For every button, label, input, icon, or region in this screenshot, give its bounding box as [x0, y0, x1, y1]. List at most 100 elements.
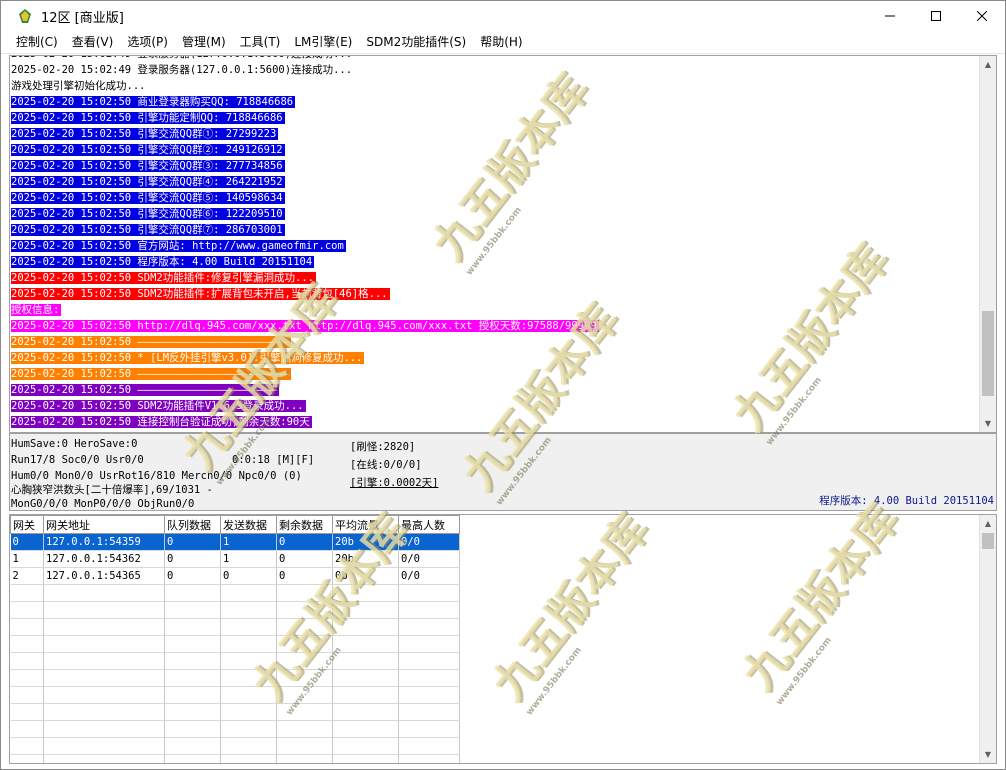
cell-max-users: 0/0 — [398, 567, 460, 585]
log-line: 2025-02-20 15:02:49 登录服务器(127.0.0.1:5600… — [11, 62, 599, 78]
cell-queue: 0 — [164, 567, 221, 585]
col-address[interactable]: 网关地址 — [43, 515, 165, 534]
table-cell-empty — [43, 703, 165, 721]
cell-remaining: 0 — [276, 567, 333, 585]
menu-lm-engine[interactable]: LM引擎(E) — [287, 31, 359, 53]
log-line-text: 2025-02-20 15:02:50 ————————————————————… — [11, 384, 279, 396]
table-scroll-down-icon[interactable]: ▼ — [980, 746, 996, 763]
log-area[interactable]: 2025-02-20 15:02:49 登录服务器(127.0.0.1:5600… — [9, 55, 997, 433]
table-scrollbar[interactable]: ▲ ▼ — [979, 515, 996, 763]
log-line: 2025-02-20 15:02:50 引擎交流QQ群⑦: 286703001 — [11, 222, 599, 238]
table-cell-empty — [220, 703, 277, 721]
cell-queue: 0 — [164, 550, 221, 568]
log-line: 2025-02-20 15:02:50 引擎交流QQ群⑤: 140598634 — [11, 190, 599, 206]
log-line-text: 2025-02-20 15:02:50 引擎交流QQ群③: 277734856 — [11, 160, 285, 172]
table-cell-empty — [164, 635, 221, 653]
table-row[interactable]: 1 127.0.0.1:54362 0 1 0 20b 0/0 — [10, 550, 460, 568]
menu-view[interactable]: 查看(V) — [65, 31, 121, 53]
table-row-empty — [10, 737, 460, 755]
table-cell-empty — [220, 669, 277, 687]
col-remaining[interactable]: 剩余数据 — [276, 515, 333, 534]
table-row[interactable]: 0 127.0.0.1:54359 0 1 0 20b 0/0 — [10, 533, 460, 551]
cell-gateway: 0 — [10, 533, 44, 551]
menu-control[interactable]: 控制(C) — [9, 31, 65, 53]
log-line: 2025-02-20 15:02:49 登录服务器(127.0.0.1:5600… — [11, 56, 599, 62]
table-cell-empty — [332, 737, 399, 755]
maximize-button[interactable] — [913, 1, 959, 31]
table-header-row: 网关 网关地址 队列数据 发送数据 剩余数据 平均流量 最高人数 — [10, 515, 460, 534]
cell-max-users: 0/0 — [398, 533, 460, 551]
close-icon — [977, 11, 987, 21]
log-line-text: 2025-02-20 15:02:50 SDM2功能插件:修复引擎漏洞成功... — [11, 272, 317, 284]
menu-tools[interactable]: 工具(T) — [233, 31, 288, 53]
menu-manage[interactable]: 管理(M) — [175, 31, 233, 53]
window-title: 12区 [商业版] — [41, 10, 124, 26]
table-cell-empty — [220, 652, 277, 670]
table-cell-empty — [164, 618, 221, 636]
table-cell-empty — [398, 601, 460, 619]
table-cell-empty — [43, 686, 165, 704]
status-online: [在线:0/0/0] — [350, 459, 422, 471]
col-queue[interactable]: 队列数据 — [164, 515, 221, 534]
log-line-text: 2025-02-20 15:02:50 引擎功能定制QQ: 718846686 — [11, 112, 285, 124]
title-bar[interactable]: 12区 [商业版] — [1, 1, 1005, 31]
col-avg-traffic[interactable]: 平均流量 — [332, 515, 399, 534]
table-cell-empty — [276, 686, 333, 704]
table-cell-empty — [332, 669, 399, 687]
scroll-up-icon[interactable]: ▲ — [980, 56, 996, 73]
table-scroll-up-icon[interactable]: ▲ — [980, 515, 996, 532]
scroll-down-icon[interactable]: ▼ — [980, 415, 996, 432]
log-line: 2025-02-20 15:02:50 引擎功能定制QQ: 718846686 — [11, 110, 599, 126]
maximize-icon — [931, 11, 941, 21]
minimize-button[interactable] — [867, 1, 913, 31]
cell-avg-traffic: 20b — [332, 550, 399, 568]
app-icon — [19, 9, 31, 23]
log-line-text: 授权信息: — [11, 304, 62, 316]
table-row[interactable]: 2 127.0.0.1:54365 0 0 0 0b 0/0 — [10, 567, 460, 585]
cell-remaining: 0 — [276, 550, 333, 568]
menu-help[interactable]: 帮助(H) — [473, 31, 529, 53]
col-max-users[interactable]: 最高人数 — [398, 515, 460, 534]
table-cell-empty — [276, 601, 333, 619]
table-cell-empty — [332, 686, 399, 704]
table-cell-empty — [10, 720, 44, 738]
log-lines: 2025-02-20 15:02:49 登录服务器(127.0.0.1:5600… — [11, 56, 599, 432]
log-line: 2025-02-20 15:02:50 程序版本: 4.00 Build 201… — [11, 254, 599, 270]
menu-sdm2-plugin[interactable]: SDM2功能插件(S) — [359, 31, 473, 53]
table-cell-empty — [43, 618, 165, 636]
log-scroll-thumb[interactable] — [982, 311, 994, 396]
log-line: 2025-02-20 15:02:50 SDM2功能插件:扩展背包未开启,当前背… — [11, 286, 599, 302]
table-cell-empty — [332, 584, 399, 602]
status-refresh: [刷怪:2820] — [350, 441, 416, 453]
table-cell-empty — [10, 635, 44, 653]
table-cell-empty — [332, 618, 399, 636]
table-row-empty — [10, 618, 460, 636]
status-save: HumSave:0 HeroSave:0 — [11, 438, 138, 450]
table-cell-empty — [220, 754, 277, 763]
menu-options[interactable]: 选项(P) — [120, 31, 175, 53]
log-line: 2025-02-20 15:02:50 引擎交流QQ群④: 264221952 — [11, 174, 599, 190]
table-cell-empty — [332, 720, 399, 738]
table-cell-empty — [10, 754, 44, 763]
table-cell-empty — [398, 669, 460, 687]
close-button[interactable] — [959, 1, 1005, 31]
gateway-table-panel: 网关 网关地址 队列数据 发送数据 剩余数据 平均流量 最高人数 0 127.0.… — [9, 514, 997, 764]
status-version: 程序版本: 4.00 Build 20151104 — [819, 495, 994, 507]
cell-remaining: 0 — [276, 533, 333, 551]
status-timer: 0:0:18 [M][F] — [232, 454, 315, 466]
log-line: 2025-02-20 15:02:50 官方网站: http://www.gam… — [11, 238, 599, 254]
cell-gateway: 1 — [10, 550, 44, 568]
table-row-empty — [10, 652, 460, 670]
table-scroll-thumb[interactable] — [982, 533, 994, 549]
log-line: 2025-02-20 15:02:50 SDM2功能插件:修复引擎漏洞成功... — [11, 270, 599, 286]
log-line-text: 2025-02-20 15:02:49 登录服务器(127.0.0.1:5600… — [11, 64, 355, 76]
table-cell-empty — [164, 652, 221, 670]
status-map: 心胸狭窄洪数头[二十倍爆率],69/1031 - — [11, 484, 213, 496]
col-sent[interactable]: 发送数据 — [220, 515, 277, 534]
table-cell-empty — [276, 703, 333, 721]
log-scrollbar[interactable]: ▲ ▼ — [979, 56, 996, 432]
col-gateway[interactable]: 网关 — [10, 515, 44, 534]
log-line-text: 2025-02-20 15:02:50 引擎交流QQ群⑦: 286703001 — [11, 224, 285, 236]
table-cell-empty — [43, 601, 165, 619]
cell-queue: 0 — [164, 533, 221, 551]
